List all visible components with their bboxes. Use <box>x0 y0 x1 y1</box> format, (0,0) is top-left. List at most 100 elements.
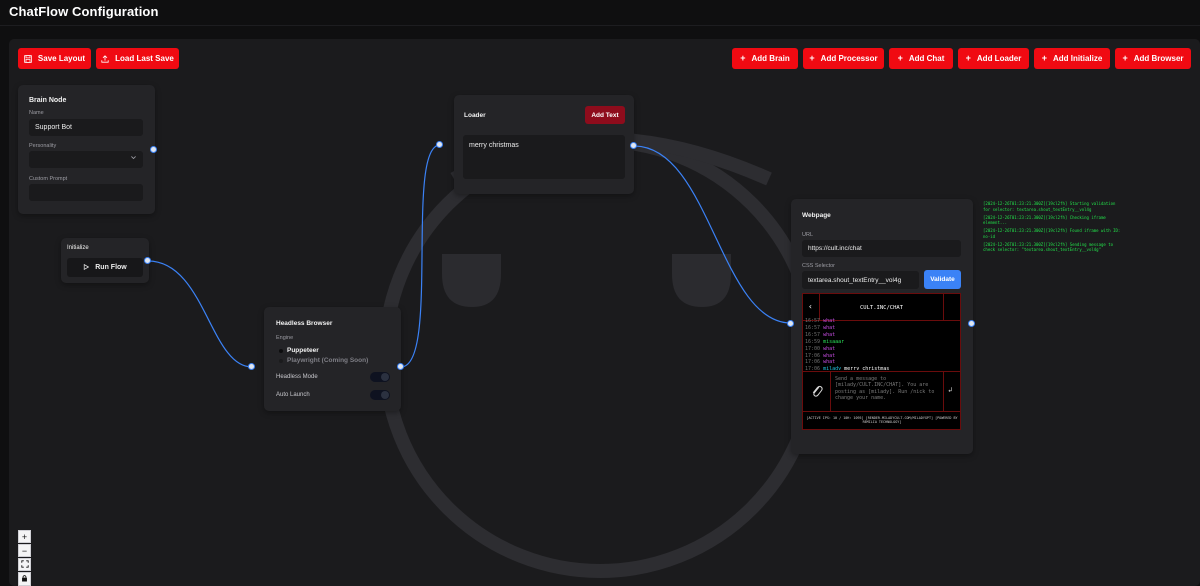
chat-message-user: milady <box>823 366 842 370</box>
chat-input-placeholder[interactable]: Send a message to [milady/CULT.INC/CHAT]… <box>835 376 940 402</box>
headless-mode-label: Headless Mode <box>276 374 318 380</box>
add-brain-button[interactable]: + Add Brain <box>732 48 798 69</box>
chat-message-time: 17:06 <box>805 366 821 370</box>
validation-log: [2024-12-26T01:23:21.300Z][19cl2fh] Star… <box>983 201 1123 255</box>
chat-message-time: 17:06 <box>805 359 821 366</box>
chat-message: 16:57 what <box>805 325 889 332</box>
custom-prompt-label: Custom Prompt <box>29 176 68 182</box>
lock-icon <box>21 574 28 584</box>
chat-message-text: what <box>823 359 836 366</box>
add-brain-label: Add Brain <box>751 54 790 63</box>
auto-launch-label: Auto Launch <box>276 392 310 398</box>
upload-icon <box>101 54 109 63</box>
engine-radio-playwright[interactable] <box>279 359 283 363</box>
add-chat-label: Add Chat <box>908 54 945 63</box>
chat-message: 17:06 milady merry christmas <box>805 366 889 370</box>
run-flow-button[interactable]: Run Flow <box>67 258 143 277</box>
chat-header-title: CULT.INC/CHAT <box>859 305 904 311</box>
webpage-output-handle[interactable] <box>968 320 975 327</box>
chat-message-text: misaaar <box>823 338 845 345</box>
brain-node[interactable]: Brain Node Name Support Bot Personality … <box>18 85 155 214</box>
zoom-out-icon: − <box>21 545 28 556</box>
app-title: ChatFlow Configuration <box>9 4 159 19</box>
chat-input-area[interactable]: Send a message to [milady/CULT.INC/CHAT]… <box>803 371 960 412</box>
add-processor-button[interactable]: + Add Processor <box>803 48 884 69</box>
add-text-button[interactable]: Add Text <box>585 106 625 124</box>
name-label: Name <box>29 110 44 116</box>
url-label: URL <box>802 232 814 238</box>
chat-message-text: what <box>823 352 836 359</box>
embedded-chat-frame[interactable]: ‹ CULT.INC/CHAT 16:57 what 16:57 what 16:5… <box>802 293 961 430</box>
plus-icon: + <box>897 53 903 63</box>
initialize-node-title: Initialize <box>67 245 89 251</box>
save-layout-label: Save Layout <box>37 54 86 63</box>
log-entry: [2024-12-26T01:23:21.300Z][19cl2fh] Foun… <box>983 228 1121 239</box>
chat-message-time: 16:57 <box>805 324 821 331</box>
loader-text-value: merry christmas <box>469 142 519 149</box>
fit-view-icon <box>20 559 29 570</box>
chat-message: 16:59 misaaar <box>805 339 889 346</box>
webpage-input-handle[interactable] <box>787 320 794 327</box>
chat-message-text: what <box>823 345 836 352</box>
zoom-in-button[interactable]: + <box>18 530 31 543</box>
add-loader-label: Add Loader <box>976 54 1022 63</box>
chat-header: ‹ CULT.INC/CHAT <box>803 294 960 321</box>
chat-message: 17:06 what <box>805 353 889 360</box>
chat-message: 17:00 what <box>805 346 889 353</box>
add-processor-label: Add Processor <box>820 54 878 63</box>
chevron-down-icon <box>130 154 137 163</box>
engine-option-puppeteer: Puppeteer <box>287 347 319 354</box>
chat-messages: 16:57 what 16:57 what 16:57 what 16:59 misa… <box>805 318 955 370</box>
add-browser-button[interactable]: + Add Browser <box>1115 48 1191 69</box>
custom-prompt-field[interactable] <box>29 184 143 201</box>
chat-message-time: 16:59 <box>805 338 821 345</box>
chat-message: 16:57 what <box>805 332 889 339</box>
chat-message-text: what <box>823 318 836 324</box>
headless-browser-node[interactable]: Headless Browser Engine Puppeteer Playwr… <box>264 307 401 411</box>
zoom-in-icon: + <box>21 531 28 542</box>
add-chat-button[interactable]: + Add Chat <box>889 48 953 69</box>
headless-input-handle[interactable] <box>248 363 255 370</box>
chat-message-time: 17:00 <box>805 345 821 352</box>
engine-radio-puppeteer[interactable] <box>279 349 283 353</box>
headless-browser-title: Headless Browser <box>276 320 333 327</box>
brain-node-output-handle[interactable] <box>150 146 157 153</box>
loader-node-title: Loader <box>464 112 486 119</box>
url-field[interactable]: https://cult.inc/chat <box>802 240 961 257</box>
lock-button[interactable] <box>18 572 31 586</box>
add-initialize-label: Add Initialize <box>1052 54 1103 63</box>
name-field[interactable]: Support Bot <box>29 119 143 136</box>
zoom-out-button[interactable]: − <box>18 544 31 557</box>
initialize-output-handle[interactable] <box>144 257 151 264</box>
css-selector-field[interactable]: textarea.shout_textEntry__vol4g <box>802 271 919 289</box>
loader-output-handle[interactable] <box>630 142 637 149</box>
webpage-node-title: Webpage <box>802 212 831 219</box>
loader-node[interactable]: Loader Add Text merry christmas <box>454 95 634 194</box>
add-loader-button[interactable]: + Add Loader <box>958 48 1029 69</box>
plus-icon: + <box>740 53 746 63</box>
css-selector-label: CSS Selector <box>802 263 836 269</box>
loader-text-area[interactable]: merry christmas <box>463 135 625 179</box>
chat-message-text: what <box>823 331 836 338</box>
save-layout-button[interactable]: Save Layout <box>18 48 91 69</box>
add-initialize-button[interactable]: + Add Initialize <box>1034 48 1110 69</box>
auto-launch-toggle[interactable] <box>370 390 390 400</box>
fit-view-button[interactable] <box>18 558 31 571</box>
paperclip-icon[interactable] <box>811 383 823 402</box>
log-entry: [2024-12-26T01:23:21.300Z][19cl2fh] Star… <box>983 201 1116 212</box>
headless-mode-toggle[interactable] <box>370 372 390 382</box>
load-last-save-button[interactable]: Load Last Save <box>96 48 179 69</box>
initialize-node[interactable]: Initialize Run Flow <box>61 238 149 283</box>
send-icon[interactable]: ↲ <box>948 386 952 394</box>
log-entry: [2024-12-26T01:23:21.300Z][19cl2fh] Chec… <box>983 214 1106 226</box>
validate-button[interactable]: Validate <box>924 270 961 289</box>
log-entry: [2024-12-26T01:23:21.300Z][19cl2fh] Send… <box>983 241 1114 253</box>
plus-icon: + <box>809 53 815 63</box>
brain-node-title: Brain Node <box>29 97 67 104</box>
personality-select[interactable] <box>29 151 143 168</box>
headless-output-handle[interactable] <box>397 363 404 370</box>
loader-input-handle[interactable] <box>436 141 443 148</box>
chat-message-time: 16:57 <box>805 318 821 324</box>
chat-message-text: what <box>823 324 836 331</box>
plus-icon: + <box>1122 53 1128 63</box>
